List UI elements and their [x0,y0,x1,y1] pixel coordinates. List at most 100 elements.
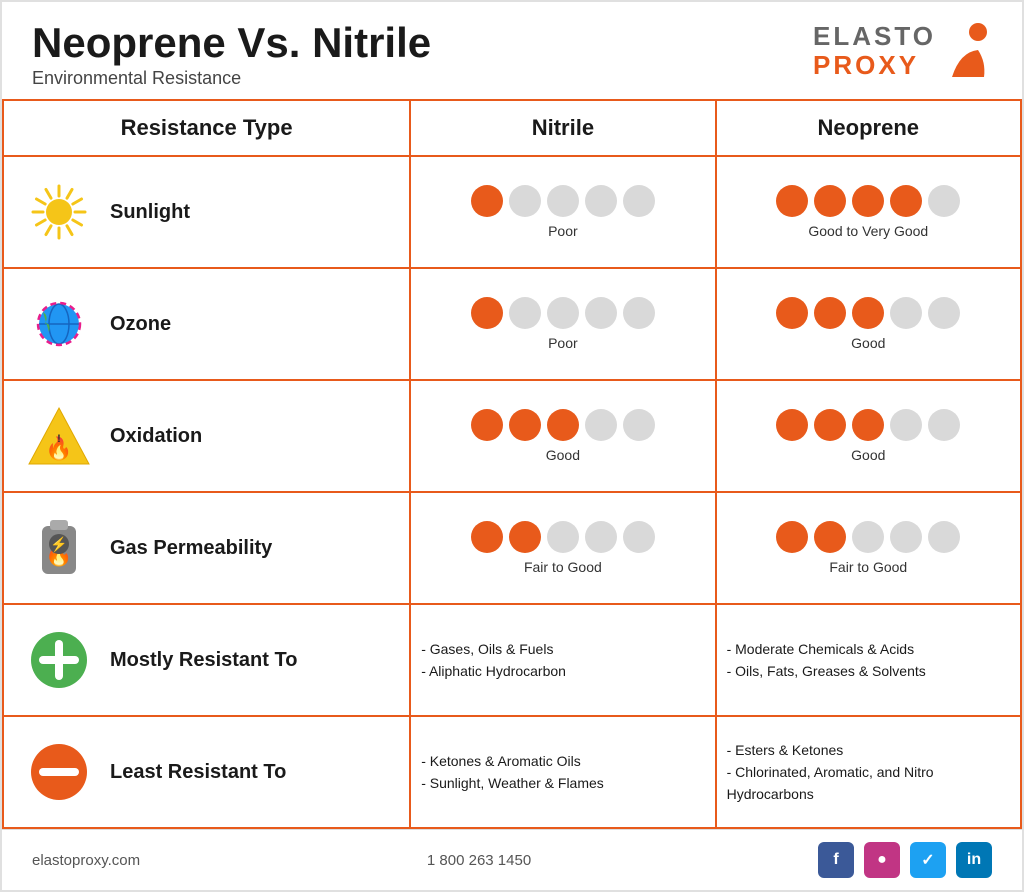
dot-empty [509,185,541,217]
row-label: Gas Permeability [110,537,272,560]
least-resistant-type-cell: Least Resistant To [3,716,410,828]
dot-empty [585,521,617,553]
dot-empty [623,185,655,217]
mostly-resistant-row: Mostly Resistant To - Gases, Oils & Fuel… [3,604,1021,716]
dot-filled [814,185,846,217]
dot-filled [852,409,884,441]
row-icon-box: 🔥 ! [24,401,94,471]
neoprene-rating-cell: Fair to Good [716,492,1021,604]
gas-icon: 🔥 ⚡ [32,516,86,580]
dot-filled [814,409,846,441]
dot-empty [928,521,960,553]
dot-filled [852,185,884,217]
dot-filled [471,521,503,553]
table-row: Ozone Poor Good [3,268,1021,380]
col-header-neoprene: Neoprene [716,100,1021,156]
dot-empty [623,297,655,329]
dot-filled [509,409,541,441]
row-label: Sunlight [110,201,190,224]
nitrile-rating-label: Poor [421,335,704,351]
dot-filled [890,185,922,217]
least-resistant-label: Least Resistant To [110,761,286,784]
dot-empty [623,521,655,553]
neoprene-rating-cell: Good [716,268,1021,380]
dot-empty [890,297,922,329]
dot-empty [928,297,960,329]
nitrile-rating-label: Poor [421,223,704,239]
nitrile-rating-cell: Poor [410,268,715,380]
resistance-type-cell: 🔥 ⚡ Gas Permeability [3,492,410,604]
table-row: 🔥 ! Oxidation Good Good [3,380,1021,492]
dot-empty [585,409,617,441]
dot-empty [509,297,541,329]
footer-website: elastoproxy.com [32,852,140,869]
neoprene-rating-label: Good to Very Good [727,223,1010,239]
mostly-resistant-label: Mostly Resistant To [110,649,297,672]
plus-icon [31,632,87,688]
header: Neoprene Vs. Nitrile Environmental Resis… [2,2,1022,99]
resistance-type-cell: 🔥 ! Oxidation [3,380,410,492]
facebook-icon[interactable]: f [818,842,854,878]
dot-filled [776,185,808,217]
header-left: Neoprene Vs. Nitrile Environmental Resis… [32,20,431,89]
logo-area: ELASTO PROXY [813,22,992,87]
resistance-type-inner: 🔥 ! Oxidation [14,393,399,479]
minus-icon [31,744,87,800]
footer-phone: 1 800 263 1450 [427,852,531,869]
neoprene-rating-cell: Good [716,380,1021,492]
nitrile-rating-label: Good [421,447,704,463]
mostly-resistant-type-cell: Mostly Resistant To [3,604,410,716]
minus-icon-box [24,737,94,807]
logo-proxy: PROXY [813,51,936,80]
logo-person-icon [942,22,992,87]
row-label: Oxidation [110,425,202,448]
linkedin-icon[interactable]: in [956,842,992,878]
svg-text:!: ! [57,433,61,445]
dot-empty [890,521,922,553]
dot-empty [585,297,617,329]
neoprene-rating-cell: Good to Very Good [716,156,1021,268]
dot-empty [547,185,579,217]
footer: elastoproxy.com 1 800 263 1450 f ● ✓ in [2,829,1022,890]
row-icon-box [24,289,94,359]
dot-filled [509,521,541,553]
mostly-resistant-inner: Mostly Resistant To [14,617,399,703]
dot-empty [623,409,655,441]
dot-empty [890,409,922,441]
instagram-icon[interactable]: ● [864,842,900,878]
table-row: 🔥 ⚡ Gas Permeability Fair to GoodFair to… [3,492,1021,604]
dot-filled [776,521,808,553]
col-header-nitrile: Nitrile [410,100,715,156]
table-row: Sunlight Poor Good to Very Good [3,156,1021,268]
neoprene-rating-label: Good [727,447,1010,463]
comparison-table: Resistance Type Nitrile Neoprene Sunligh… [2,99,1022,829]
mostly-resistant-nitrile: - Gases, Oils & Fuels- Aliphatic Hydroca… [410,604,715,716]
oxidation-icon: 🔥 ! [27,406,91,466]
nitrile-rating-cell: Fair to Good [410,492,715,604]
dot-filled [471,297,503,329]
twitter-icon[interactable]: ✓ [910,842,946,878]
least-resistant-neoprene: - Esters & Ketones- Chlorinated, Aromati… [716,716,1021,828]
dot-filled [814,297,846,329]
main-card: Neoprene Vs. Nitrile Environmental Resis… [0,0,1024,892]
resistance-type-cell: Ozone [3,268,410,380]
resistance-type-cell: Sunlight [3,156,410,268]
row-label: Ozone [110,313,171,336]
row-icon-box: 🔥 ⚡ [24,513,94,583]
earth-icon [29,294,89,354]
dot-empty [547,521,579,553]
svg-text:⚡: ⚡ [50,536,67,553]
dot-empty [547,297,579,329]
nitrile-rating-cell: Poor [410,156,715,268]
dot-empty [928,409,960,441]
least-resistant-nitrile: - Ketones & Aromatic Oils- Sunlight, Wea… [410,716,715,828]
dot-filled [814,521,846,553]
neoprene-rating-label: Good [727,335,1010,351]
least-resistant-inner: Least Resistant To [14,729,399,815]
col-header-type: Resistance Type [3,100,410,156]
resistance-type-inner: Ozone [14,281,399,367]
logo-elasto: ELASTO [813,22,936,51]
sun-icon [29,182,89,242]
nitrile-rating-cell: Good [410,380,715,492]
dot-empty [585,185,617,217]
